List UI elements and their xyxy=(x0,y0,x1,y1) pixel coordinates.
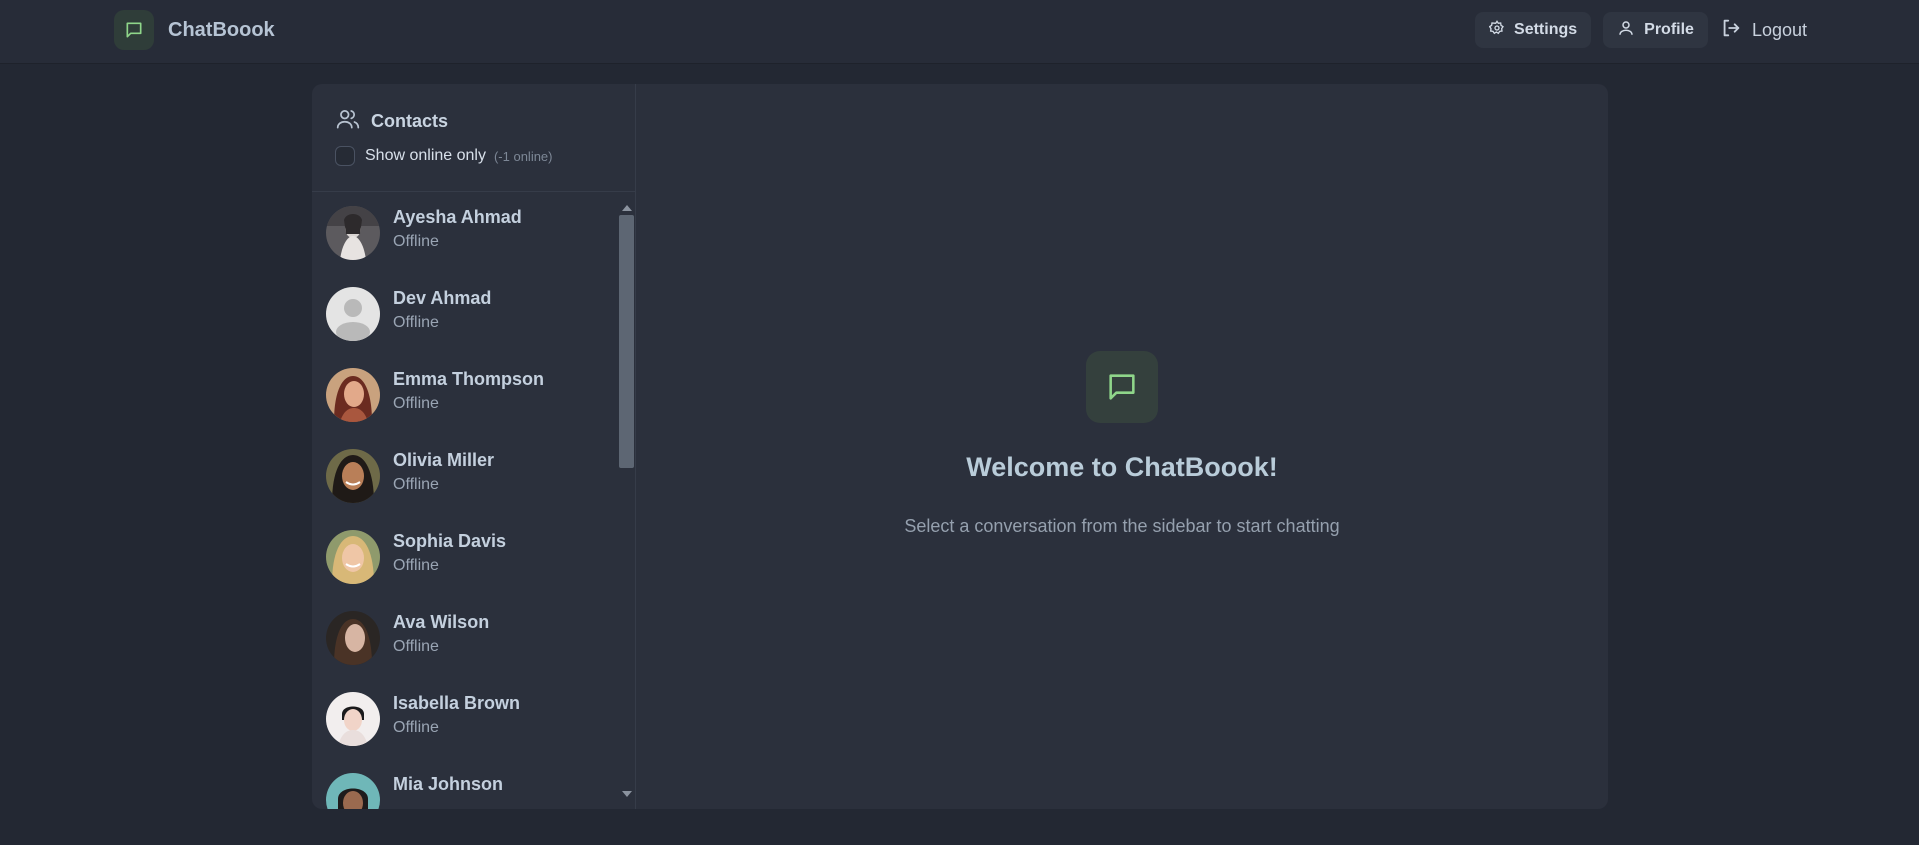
contact-status: Offline xyxy=(393,233,439,250)
contact-status: Offline xyxy=(393,638,439,655)
contact-status: Offline xyxy=(393,557,439,574)
contact-item[interactable]: Ava Wilson Offline xyxy=(312,598,618,679)
contacts-title: Contacts xyxy=(371,111,449,131)
avatar xyxy=(326,611,380,665)
online-count: (-1 online) xyxy=(493,148,553,164)
online-only-checkbox[interactable] xyxy=(335,146,355,166)
contact-status: Offline xyxy=(393,395,439,412)
scroll-thumb[interactable] xyxy=(619,215,634,468)
avatar xyxy=(326,692,380,746)
brand[interactable]: ChatBoook xyxy=(114,10,275,50)
contact-name: Ayesha Ahmad xyxy=(393,207,522,227)
contact-item[interactable]: Ayesha Ahmad Offline xyxy=(312,193,618,274)
contact-name: Ava Wilson xyxy=(393,612,490,632)
logout-button[interactable]: Logout xyxy=(1720,17,1807,44)
scroll-down-arrow-icon[interactable] xyxy=(622,791,632,797)
logout-icon xyxy=(1720,17,1742,44)
contact-status: Offline xyxy=(393,314,439,331)
contact-item[interactable]: Dev Ahmad Offline xyxy=(312,274,618,355)
welcome-title: Welcome to ChatBoook! xyxy=(966,452,1278,482)
avatar xyxy=(326,530,380,584)
app-name: ChatBoook xyxy=(168,18,275,41)
nav-actions: Settings Profile Logout xyxy=(1475,12,1807,48)
chat-panel: Contacts Show online only (-1 online) Ay… xyxy=(312,84,1608,809)
contact-list-scrollbar[interactable] xyxy=(617,193,635,809)
sidebar-header: Contacts Show online only (-1 online) xyxy=(312,84,635,192)
avatar xyxy=(326,287,380,341)
contacts-heading: Contacts xyxy=(335,106,448,137)
settings-label: Settings xyxy=(1514,21,1578,38)
user-icon xyxy=(1617,19,1635,42)
online-only-toggle[interactable]: Show online only (-1 online) xyxy=(335,146,553,166)
contact-name: Olivia Miller xyxy=(393,450,495,470)
settings-button[interactable]: Settings xyxy=(1475,12,1592,48)
chat-bubble-icon xyxy=(114,10,154,50)
welcome-subtitle: Select a conversation from the sidebar t… xyxy=(904,516,1340,536)
contact-name: Dev Ahmad xyxy=(393,288,492,308)
contact-name: Sophia Davis xyxy=(393,531,507,551)
contact-status: Offline xyxy=(393,719,439,736)
profile-button[interactable]: Profile xyxy=(1603,12,1708,48)
users-icon xyxy=(335,106,361,137)
contact-item[interactable]: Sophia Davis Offline xyxy=(312,517,618,598)
avatar xyxy=(326,449,380,503)
contact-name: Mia Johnson xyxy=(393,774,504,794)
contact-name: Isabella Brown xyxy=(393,693,521,713)
avatar xyxy=(326,368,380,422)
logout-label: Logout xyxy=(1751,19,1807,40)
contact-item[interactable]: Mia Johnson xyxy=(312,760,618,809)
contact-item[interactable]: Emma Thompson Offline xyxy=(312,355,618,436)
contact-name: Emma Thompson xyxy=(393,369,545,389)
profile-label: Profile xyxy=(1644,21,1694,38)
top-navbar: ChatBoook Settings Profile Logout xyxy=(0,0,1919,64)
chat-main-area: Welcome to ChatBoook! Select a conversat… xyxy=(636,84,1608,809)
contact-status: Offline xyxy=(393,476,439,493)
avatar xyxy=(326,206,380,260)
contact-list: Ayesha Ahmad Offline Dev Ahmad Offline E… xyxy=(312,193,618,809)
online-only-label: Show online only xyxy=(365,147,486,164)
avatar xyxy=(326,773,380,809)
chat-bubble-icon xyxy=(1086,351,1158,423)
scroll-up-arrow-icon[interactable] xyxy=(622,205,632,211)
contact-item[interactable]: Olivia Miller Offline xyxy=(312,436,618,517)
gear-icon xyxy=(1488,19,1505,41)
contacts-sidebar: Contacts Show online only (-1 online) Ay… xyxy=(312,84,636,809)
contact-item[interactable]: Isabella Brown Offline xyxy=(312,679,618,760)
